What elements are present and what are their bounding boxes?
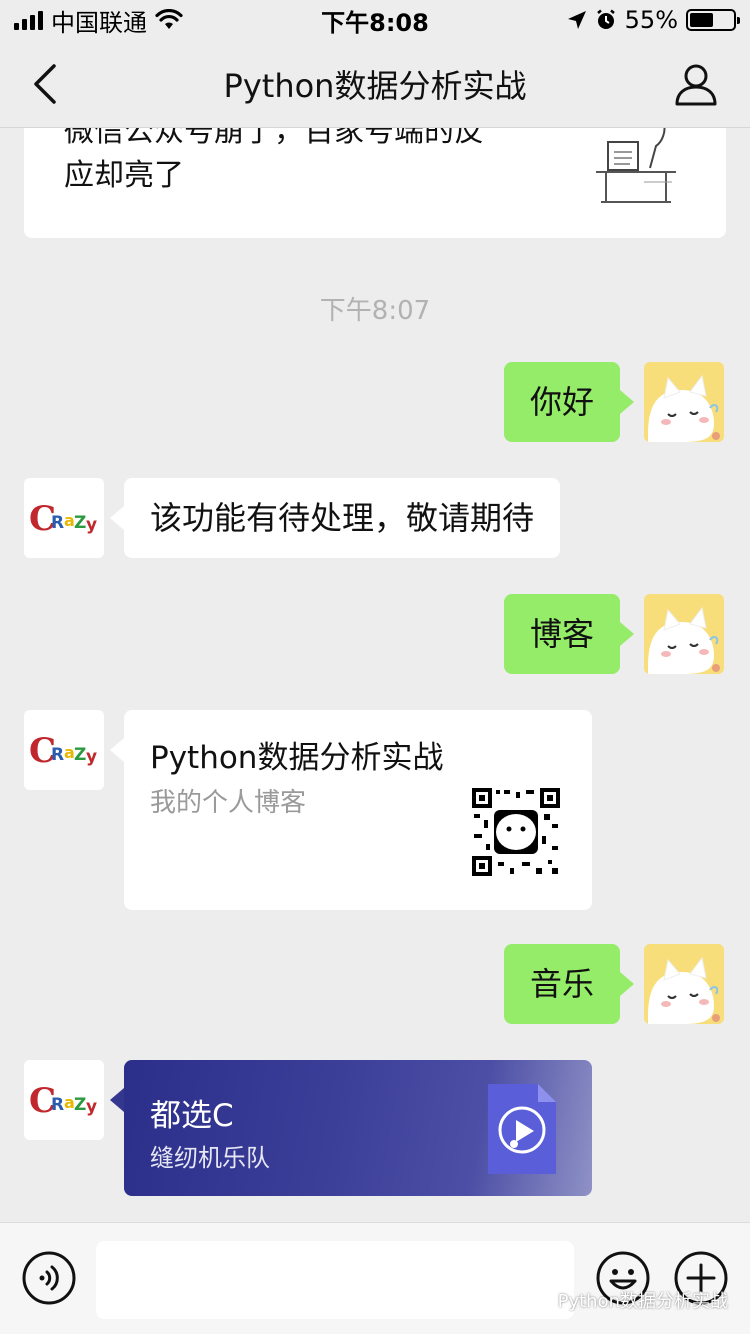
status-left: 中国联通 bbox=[14, 3, 183, 38]
link-card[interactable]: Python数据分析实战 我的个人博客 bbox=[110, 710, 592, 910]
cat-avatar-icon bbox=[644, 944, 724, 1024]
location-icon bbox=[567, 11, 586, 29]
battery-icon bbox=[686, 9, 740, 31]
previous-article-text-hidden: 微信公众号崩了，百家号端的反 bbox=[64, 128, 484, 149]
crazy-logo-icon: C R a Z y bbox=[24, 1060, 104, 1140]
previous-article-text-visible: 应却亮了 bbox=[64, 158, 184, 193]
watermark: Python数据分析实战 bbox=[529, 1287, 728, 1313]
received-message[interactable]: 该功能有待处理，敬请期待 bbox=[109, 478, 561, 558]
contact-avatar[interactable]: C R a Z y bbox=[24, 1060, 104, 1140]
my-avatar[interactable] bbox=[644, 594, 724, 674]
svg-text:R: R bbox=[51, 513, 64, 533]
previous-article-text: 微信公众号崩了，百家号端的反 应却亮了 bbox=[64, 128, 534, 198]
wifi-icon bbox=[155, 9, 183, 29]
battery-level bbox=[690, 13, 714, 27]
watermark-text: Python数据分析实战 bbox=[557, 1291, 728, 1312]
battery-percent: 55% bbox=[624, 6, 678, 34]
music-file-icon[interactable] bbox=[488, 1084, 556, 1174]
article-thumbnail-icon bbox=[586, 128, 686, 212]
cat-avatar-icon bbox=[644, 594, 724, 674]
sent-message[interactable]: 你好 bbox=[503, 362, 635, 442]
signal-icon bbox=[14, 10, 43, 30]
nav-bar: Python数据分析实战 bbox=[0, 40, 750, 128]
chat-title: Python数据分析实战 bbox=[223, 66, 527, 105]
voice-icon[interactable] bbox=[22, 1251, 76, 1305]
my-avatar[interactable] bbox=[644, 944, 724, 1024]
link-card-title: Python数据分析实战 bbox=[150, 740, 444, 776]
svg-text:Z: Z bbox=[74, 513, 86, 533]
status-right: 55% bbox=[567, 6, 740, 34]
link-card-subtitle: 我的个人博客 bbox=[150, 788, 307, 818]
back-icon[interactable] bbox=[30, 62, 60, 106]
music-card-arrow bbox=[110, 1088, 124, 1112]
carrier-label: 中国联通 bbox=[51, 8, 147, 37]
status-bar: 中国联通 下午8:08 55% bbox=[0, 0, 750, 40]
svg-text:y: y bbox=[86, 747, 97, 767]
contact-avatar[interactable]: C R a Z y bbox=[24, 478, 104, 558]
music-card-body: 都选C 缝纫机乐队 bbox=[124, 1060, 592, 1196]
svg-text:Z: Z bbox=[74, 745, 86, 765]
previous-article-card[interactable]: 微信公众号崩了，百家号端的反 应却亮了 bbox=[24, 128, 726, 238]
profile-icon[interactable] bbox=[674, 62, 718, 106]
svg-text:y: y bbox=[86, 515, 97, 535]
alarm-icon bbox=[596, 9, 615, 29]
message-input[interactable] bbox=[96, 1241, 574, 1319]
music-title: 都选C bbox=[150, 1098, 234, 1134]
qr-code-icon bbox=[472, 788, 560, 876]
crazy-logo-icon: C R a Z y bbox=[24, 478, 104, 558]
svg-text:R: R bbox=[51, 1095, 64, 1115]
crazy-logo-icon: C R a Z y bbox=[24, 710, 104, 790]
music-artist: 缝纫机乐队 bbox=[150, 1144, 270, 1172]
svg-text:R: R bbox=[51, 745, 64, 765]
svg-text:Z: Z bbox=[74, 1095, 86, 1115]
svg-text:y: y bbox=[86, 1097, 97, 1117]
music-card[interactable]: 都选C 缝纫机乐队 bbox=[110, 1060, 592, 1196]
cat-avatar-icon bbox=[644, 362, 724, 442]
wechat-logo-icon bbox=[529, 1291, 552, 1309]
my-avatar[interactable] bbox=[644, 362, 724, 442]
chat-area[interactable]: 微信公众号崩了，百家号端的反 应却亮了 下午8:07 你好 C R a Z y … bbox=[0, 128, 750, 1222]
sent-message[interactable]: 音乐 bbox=[503, 944, 635, 1024]
contact-avatar[interactable]: C R a Z y bbox=[24, 710, 104, 790]
chat-timestamp: 下午8:07 bbox=[319, 296, 431, 326]
sent-message[interactable]: 博客 bbox=[503, 594, 635, 674]
input-bar bbox=[0, 1222, 750, 1334]
